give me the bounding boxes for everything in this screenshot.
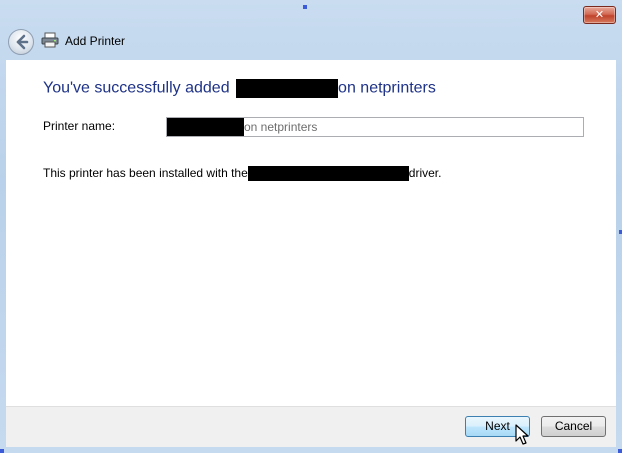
back-button[interactable] bbox=[8, 29, 34, 55]
cancel-button[interactable]: Cancel bbox=[541, 416, 606, 437]
printer-name-suffix: on netprinters bbox=[244, 120, 318, 134]
redacted-name-value bbox=[167, 118, 244, 136]
close-button[interactable]: ✕ bbox=[583, 6, 616, 24]
heading-suffix: on netprinters bbox=[338, 79, 436, 97]
driver-text: This printer has been installed with the… bbox=[43, 166, 442, 182]
selection-handle-bottom-right bbox=[618, 449, 622, 453]
window-title: Add Printer bbox=[65, 34, 126, 48]
selection-handle-bottom-left bbox=[0, 449, 4, 453]
printer-name-field[interactable]: on netprinters bbox=[166, 117, 584, 137]
heading-prefix: You've successfully added bbox=[43, 79, 230, 97]
redacted-driver-name bbox=[247, 166, 409, 182]
driver-suffix: driver. bbox=[408, 166, 442, 180]
success-heading: You've successfully added on netprinters bbox=[43, 79, 436, 98]
window-frame: ✕ Add Printer You've successfully added … bbox=[0, 0, 622, 453]
close-icon: ✕ bbox=[594, 8, 605, 21]
back-arrow-icon bbox=[16, 34, 29, 50]
selection-handle-top bbox=[303, 5, 307, 9]
printer-icon bbox=[41, 32, 59, 48]
redacted-printer-name bbox=[236, 79, 339, 98]
driver-prefix: This printer has been installed with the bbox=[43, 166, 248, 180]
content-panel: You've successfully added on netprinters… bbox=[6, 60, 616, 406]
printer-name-label: Printer name: bbox=[43, 119, 116, 133]
mouse-pointer-icon bbox=[515, 424, 529, 445]
